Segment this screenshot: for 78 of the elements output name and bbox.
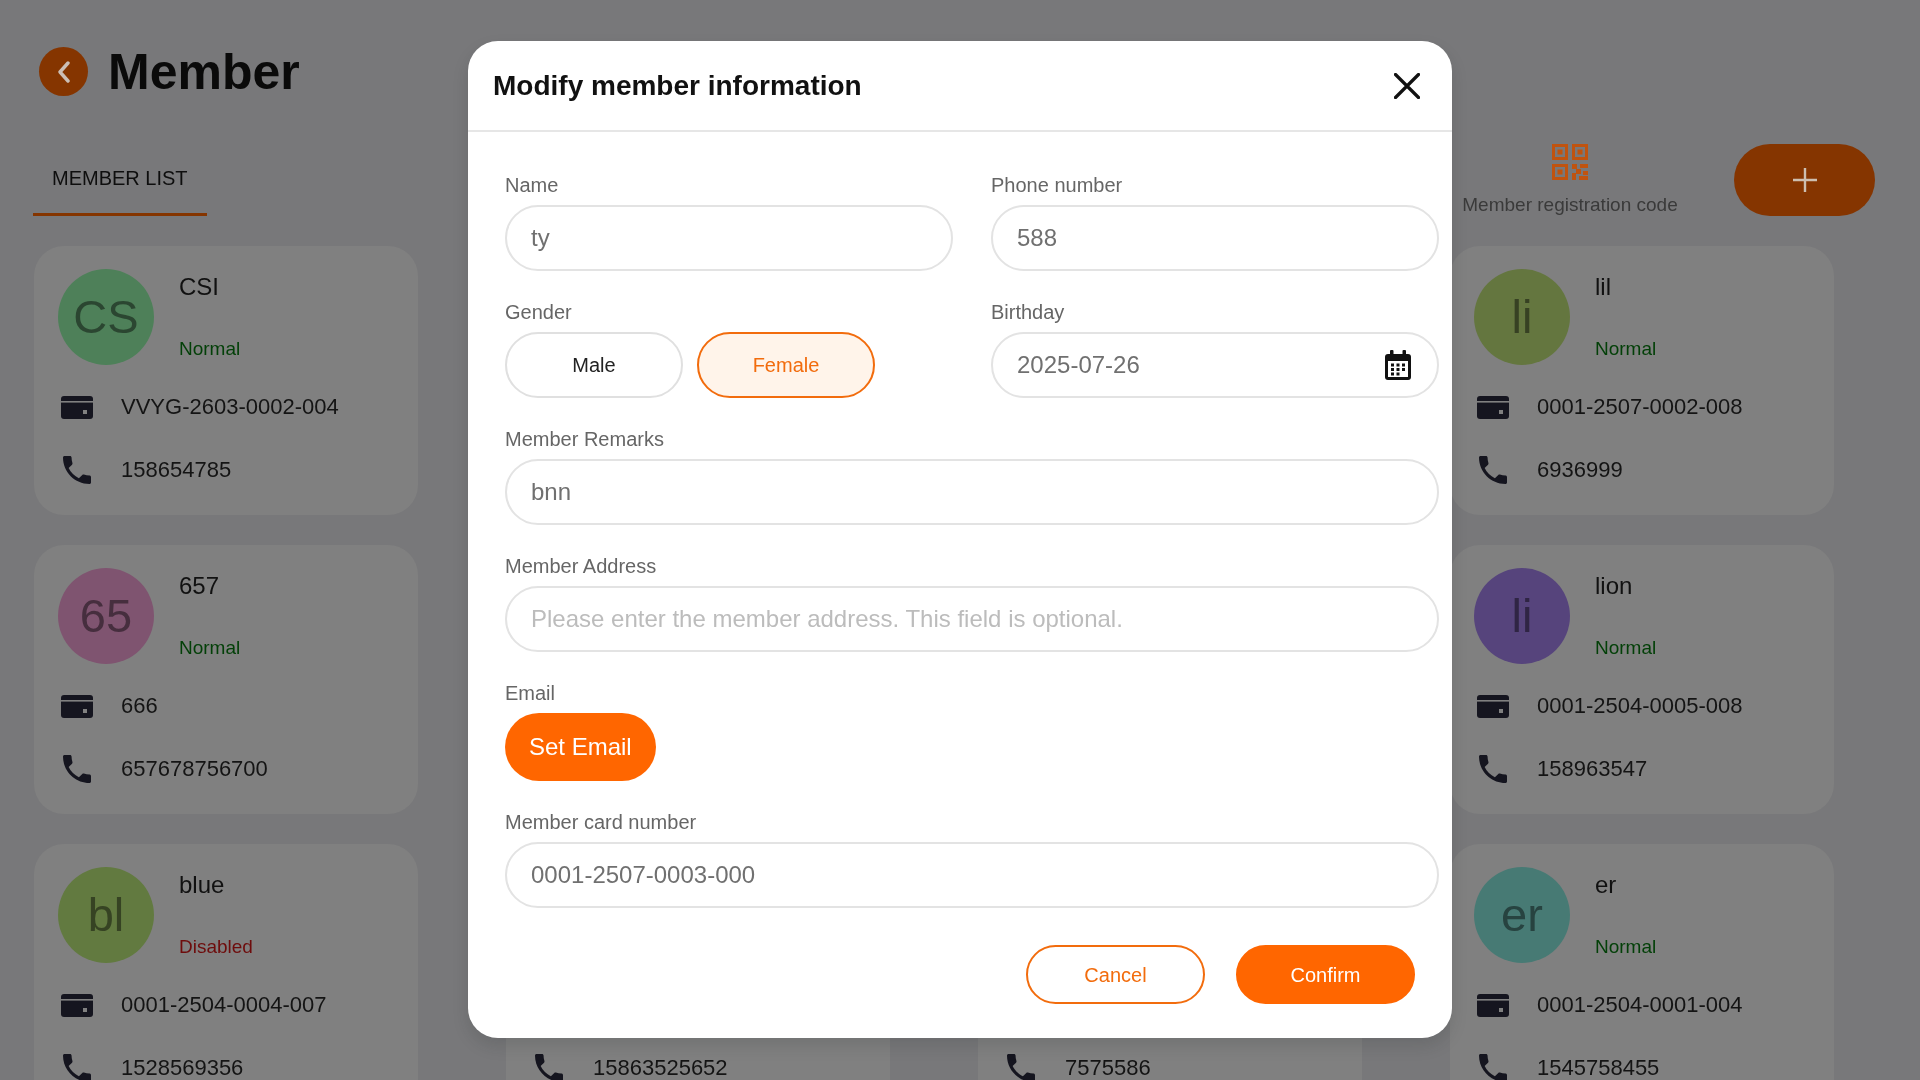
cancel-button[interactable]: Cancel [1026,945,1205,1004]
status-label: Normal [1595,637,1657,659]
input-field[interactable]: Please enter the member address. This field is optional. [505,586,1439,652]
card-number: 0001-2507-0002-008 [1537,396,1743,418]
phone-number: 7575586 [1065,1057,1151,1079]
card-number: 0001-2504-0001-004 [1537,994,1743,1016]
card-number: 666 [121,695,158,717]
member-name: lil [1595,272,1611,301]
calendar-icon [1385,350,1411,380]
member-card[interactable]: li lion Normal 0001-2504-0005-008 158963547 [1450,545,1834,814]
phone-icon [63,755,91,783]
avatar: 65 [58,568,154,664]
phone-number: 6936999 [1537,459,1623,481]
phone-number: 158654785 [121,459,232,481]
field-label: Member Remarks [505,427,665,451]
field-label: Email [505,681,556,705]
member-name: blue [179,870,225,899]
status-label: Normal [1595,338,1657,360]
field-label: Gender [505,300,573,324]
qr-code-icon [1552,143,1588,180]
set-email-button[interactable]: Set Email [505,713,656,781]
phone-icon [1479,755,1507,783]
phone-icon [1479,1054,1507,1080]
phone-icon [63,1054,91,1080]
avatar: er [1474,867,1570,963]
status-label: Normal [1595,936,1657,958]
card-icon [1477,694,1509,718]
phone-number: 1528569356 [121,1057,244,1079]
card-icon [61,993,93,1017]
status-label: Disabled [179,936,253,958]
close-button[interactable] [1394,72,1420,99]
field-label: Name [505,173,560,197]
tab[interactable]: MEMBER LIST [33,143,207,216]
back-button[interactable] [39,47,88,96]
input-field[interactable]: 588 [991,205,1439,271]
phone-number: 1545758455 [1537,1057,1660,1079]
status-label: Normal [179,338,241,360]
card-icon [1477,993,1509,1017]
card-icon [61,395,93,419]
page-title: Member [108,46,300,97]
phone-icon [63,456,91,484]
dialog-title: Modify member information [493,68,862,103]
card-icon [1477,395,1509,419]
input-field[interactable]: 0001-2507-0003-000 [505,842,1439,908]
member-card[interactable]: CS CSI Normal VVYG-2603-0002-004 158654785 [34,246,418,515]
option-button[interactable]: Female [697,332,875,398]
phone-number: 657678756700 [121,758,268,780]
phone-icon [535,1054,563,1080]
card-number: 0001-2504-0005-008 [1537,695,1743,717]
chevron-left-icon [57,60,70,83]
phone-icon [1007,1054,1035,1080]
phone-number: 15863525652 [593,1057,728,1079]
option-button[interactable]: Male [505,332,683,398]
status-label: Normal [179,637,241,659]
registration-code-button[interactable]: Member registration code [1456,143,1684,216]
card-icon [61,694,93,718]
phone-number: 158963547 [1537,758,1648,780]
member-card[interactable]: 65 657 Normal 666 657678756700 [34,545,418,814]
avatar: CS [58,269,154,365]
avatar: li [1474,568,1570,664]
input-field[interactable]: bnn [505,459,1439,525]
confirm-button[interactable]: Confirm [1236,945,1415,1004]
member-card[interactable]: er er Normal 0001-2504-0001-004 1545758455 [1450,844,1834,1080]
date-field[interactable]: 2025-07-26 [991,332,1439,398]
plus-icon [1792,167,1817,192]
card-number: VVYG-2603-0002-004 [121,396,339,418]
field-label: Member Address [505,554,658,578]
field-label: Phone number [991,173,1124,197]
phone-icon [1479,456,1507,484]
member-name: er [1595,870,1617,899]
input-field[interactable]: ty [505,205,953,271]
member-name: lion [1595,571,1633,600]
field-label: Member card number [505,810,698,834]
member-name: CSI [179,272,219,301]
close-icon [1394,72,1420,99]
member-name: 657 [179,571,220,600]
card-number: 0001-2504-0004-007 [121,994,327,1016]
field-label: Birthday [991,300,1066,324]
